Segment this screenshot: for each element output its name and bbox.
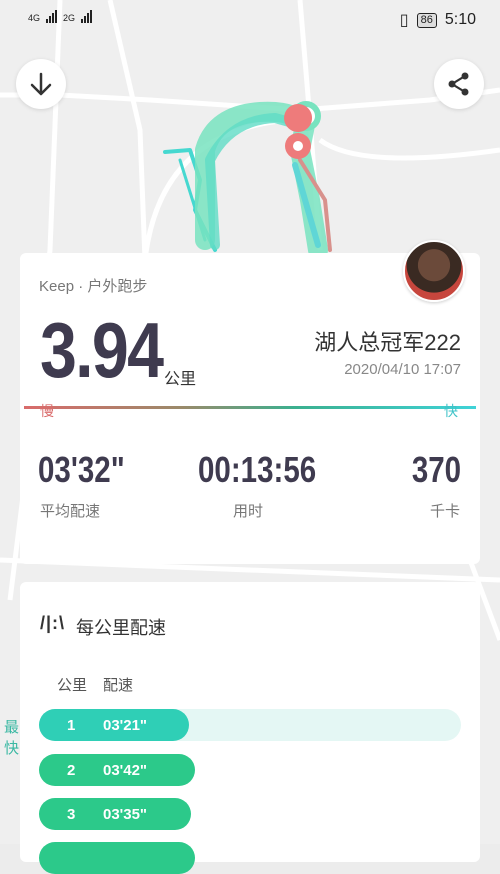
calories-value: 370 [411,449,461,490]
column-header-km: 公里 [57,677,88,694]
pace-row-value: 03'21" [103,717,148,734]
network-label-1: 4G [28,13,41,23]
clock: 5:10 [444,11,476,28]
signal-icon [81,10,93,23]
duration-label: 用时 [233,503,264,520]
share-button[interactable] [434,59,484,109]
pace-section-title: 每公里配速 [76,618,166,638]
pace-bars-icon: /|:\ [40,613,66,633]
pace-row-km: 3 [67,806,76,823]
arrow-down-icon [30,72,52,96]
download-button[interactable] [16,59,66,109]
vibrate-icon: ▯ [399,12,409,29]
signal-icon [46,10,58,23]
fastest-tag: 最快 [3,719,19,757]
pace-row-km: 2 [67,762,76,779]
pace-row-km: 1 [67,717,76,734]
duration-value: 00:13:56 [198,449,317,490]
pace-card: /|:\ 每公里配速 公里 配速 1 03'21" 最快 2 03'42" 3 … [4,582,480,874]
avatar[interactable] [403,240,465,302]
fast-label: 快 [444,403,458,419]
pace-row-value: 03'42" [103,762,148,779]
speed-gradient-bar [24,406,476,409]
signal-indicators: 4G 2G [28,10,93,23]
column-header-pace: 配速 [103,677,134,694]
share-icon [448,72,469,96]
pace-row-value: 03'35" [103,806,148,823]
summary-card: Keep · 户外跑步 3.94 公里 湖人总冠军222 2020/04/10 … [20,253,480,564]
avg-pace-value: 03'32" [38,449,125,490]
battery-icon: 86 [416,12,437,28]
slow-label: 慢 [40,403,54,419]
pace-row-fill [39,842,195,874]
activity-source: Keep · 户外跑步 [39,278,148,295]
activity-datetime: 2020/04/10 17:07 [344,361,461,378]
network-label-2: 2G [63,13,76,23]
status-bar: 4G 2G ▯ 86 5:10 [0,0,500,40]
avg-pace-label: 平均配速 [40,503,101,520]
distance-unit: 公里 [164,371,197,388]
calories-label: 千卡 [429,503,460,520]
username: 湖人总冠军222 [314,330,461,355]
distance-value: 3.94 [40,306,164,394]
